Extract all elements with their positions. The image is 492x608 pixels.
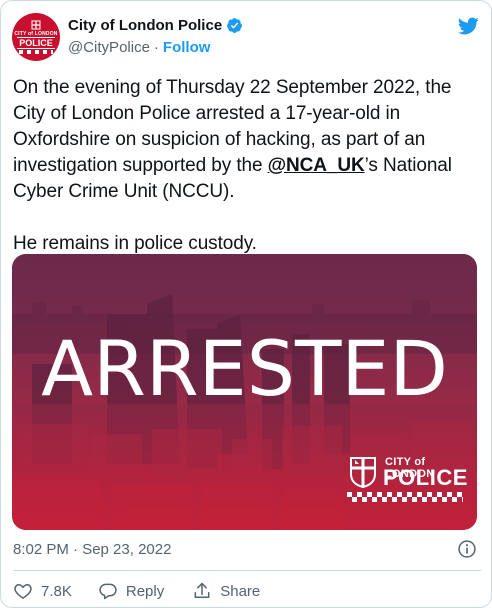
share-icon — [194, 582, 210, 598]
author-display-name[interactable]: City of London Police — [68, 17, 222, 34]
tweet-timestamp[interactable]: 8:02 PM · Sep 23, 2022 — [13, 541, 171, 558]
handle-separator: · — [153, 39, 159, 56]
avatar-checkerboard — [19, 50, 53, 54]
mention-link-nca-uk[interactable]: @NCA_UK — [268, 155, 365, 176]
police-logo: CITY of LONDON POLICE — [345, 452, 468, 506]
tweet-text: On the evening of Thursday 22 September … — [13, 75, 483, 257]
twitter-bird-icon[interactable] — [456, 15, 480, 37]
logo-checkerboard-bottom — [347, 497, 463, 502]
media-headline: ARRESTED — [41, 324, 448, 413]
avatar[interactable]: CITY of LONDON POLICE — [12, 13, 60, 61]
tweet-header: CITY of LONDON POLICE City of London Pol… — [12, 13, 482, 61]
avatar-text-main: POLICE — [17, 37, 55, 49]
crest-icon — [31, 20, 41, 30]
follow-button[interactable]: Follow — [163, 39, 211, 56]
name-row: City of London Police — [68, 17, 243, 34]
share-label: Share — [220, 582, 261, 600]
handle-row: @CityPolice · Follow — [68, 39, 210, 56]
verified-badge-icon — [227, 18, 243, 33]
tweet-card: CITY of LONDON POLICE City of London Pol… — [0, 0, 492, 608]
reply-bubble-icon — [99, 583, 117, 600]
reply-button[interactable]: Reply — [98, 581, 164, 601]
tweet-media-image[interactable]: ARRESTED CITY of LONDON POLICE — [12, 254, 477, 530]
logo-text-main: POLICE — [383, 465, 468, 490]
heart-icon — [14, 583, 32, 599]
like-count: 7.8K — [41, 582, 72, 600]
author-handle[interactable]: @CityPolice — [68, 39, 150, 56]
crest-icon — [350, 457, 376, 488]
reply-label: Reply — [125, 582, 165, 600]
info-icon[interactable] — [457, 539, 477, 559]
share-button[interactable]: Share — [192, 581, 260, 601]
tweet-paragraph-1: On the evening of Thursday 22 September … — [13, 75, 483, 205]
tweet-actions: 7.8K Reply Share — [13, 581, 288, 601]
like-button[interactable]: 7.8K — [13, 581, 72, 601]
divider — [13, 570, 481, 571]
